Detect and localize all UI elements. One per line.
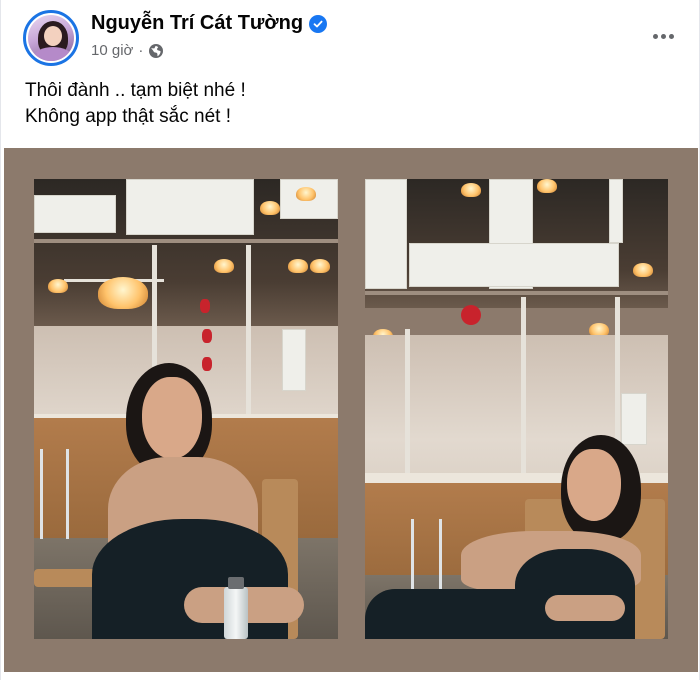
photo-lantern	[461, 305, 481, 325]
more-options-dot	[668, 33, 674, 39]
photo-bottle	[224, 587, 248, 639]
caption-line: Thôi đành .. tạm biệt nhé !	[25, 80, 246, 101]
caption-line: Không app thật sắc nét !	[25, 106, 231, 127]
photo-scene	[34, 179, 338, 639]
photo-poster	[282, 329, 306, 391]
photo-person-skirt	[365, 589, 565, 639]
photo-sign	[126, 179, 254, 235]
photo-stool	[66, 449, 69, 539]
photo-lamp	[310, 259, 330, 273]
photo-person-face	[567, 449, 621, 521]
more-options-icon	[652, 33, 658, 39]
post-photo-right[interactable]	[365, 179, 668, 639]
photo-beam	[34, 239, 338, 243]
post-photo-left[interactable]	[34, 179, 338, 639]
verified-badge-icon	[309, 14, 328, 33]
photo-person-hands	[545, 595, 625, 621]
photo-lamp	[633, 263, 653, 277]
author-row: Nguyễn Trí Cát Tường	[91, 12, 328, 35]
photo-lantern	[202, 357, 212, 371]
photo-sign	[365, 179, 407, 289]
photo-lamp	[260, 201, 280, 215]
photo-sign	[34, 195, 116, 233]
photo-lamp	[48, 279, 68, 293]
avatar-face	[44, 26, 62, 46]
photo-lamp	[296, 187, 316, 201]
more-options-dot	[660, 33, 666, 39]
photo-person-face	[142, 377, 202, 459]
post-time[interactable]: 10 giờ	[91, 42, 133, 59]
photo-lamp	[537, 179, 557, 193]
photo-lamp	[288, 259, 308, 273]
more-options-button[interactable]	[643, 18, 683, 54]
post-card: Nguyễn Trí Cát Tường 10 giờ · Thôi đành …	[0, 0, 700, 680]
photo-scene	[365, 179, 668, 639]
photo-lantern	[200, 299, 210, 313]
author-name[interactable]: Nguyễn Trí Cát Tường	[91, 12, 303, 35]
photo-lamp	[98, 277, 148, 309]
photo-sign	[409, 243, 619, 287]
photo-poster	[621, 393, 647, 445]
avatar-image	[28, 15, 74, 61]
post-caption: Thôi đành .. tạm biệt nhé ! Không app th…	[25, 78, 246, 130]
photo-lamp	[461, 183, 481, 197]
photo-lantern	[202, 329, 212, 343]
photo-bottle-cap	[228, 577, 244, 589]
photo-sign	[609, 179, 623, 243]
post-meta: 10 giờ ·	[91, 42, 164, 59]
photo-beam	[365, 291, 668, 295]
author-avatar[interactable]	[23, 10, 79, 66]
post-header: Nguyễn Trí Cát Tường 10 giờ ·	[23, 10, 683, 66]
meta-separator: ·	[138, 42, 144, 59]
post-media	[4, 148, 698, 672]
photo-lamp	[214, 259, 234, 273]
photo-stool	[40, 449, 43, 539]
avatar-dress	[34, 47, 72, 61]
globe-icon[interactable]	[148, 43, 164, 59]
photo-stool	[439, 519, 442, 599]
photo-stool	[411, 519, 414, 599]
